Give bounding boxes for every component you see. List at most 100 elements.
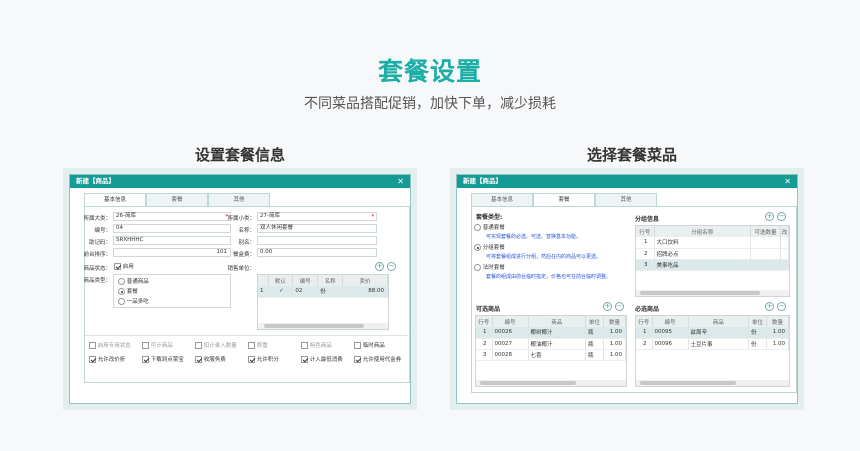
close-icon[interactable]: ✕ (397, 175, 404, 188)
checkbox-icon (142, 356, 149, 363)
table-row[interactable]: 1 00095 兹周辛份 1.00 (636, 327, 789, 339)
checkbox-icon (195, 342, 202, 349)
checkbox-icon (89, 342, 96, 349)
column-header[interactable]: 行号 (636, 316, 653, 327)
table-cell: 3 (636, 259, 655, 271)
column-header[interactable]: 数量 (603, 316, 626, 327)
status-enabled-checkbox[interactable]: 启用 (114, 262, 134, 270)
window-title: 新建【商品】 (463, 177, 502, 185)
left-caption: 设置套餐信息 (194, 146, 285, 164)
group-grid: 行号 分组名称 可选数量改 1 大口饮料 2 招牌必点 3 美事吃品 (635, 225, 790, 297)
table-cell (750, 237, 781, 249)
page-title: 套餐设置 (377, 57, 482, 86)
page-subtitle: 不同菜品搭配促销，加快下单，减少损耗 (304, 96, 556, 112)
tab-combo[interactable]: 套餐 (146, 193, 208, 206)
checkbox-icon (354, 356, 361, 363)
tab-other[interactable]: 其他 (208, 193, 270, 206)
combo-normal-radio[interactable]: 普通套餐 (474, 223, 505, 231)
column-header[interactable]: 改 (780, 226, 789, 237)
type-combo-radio[interactable]: 套餐 (118, 287, 138, 295)
table-row[interactable]: 1 00026 椰树椰汁瓶 1.00 (476, 327, 626, 339)
box-fee-input[interactable]: 0.00 (257, 248, 377, 257)
checks_row1-checkbox-4[interactable]: 特色商品 (301, 341, 332, 349)
column-header[interactable]: 商品 (528, 316, 586, 327)
table-cell: 00095 (652, 327, 689, 339)
name-input[interactable]: 双人休闲套餐 (257, 224, 377, 233)
table-cell (750, 259, 781, 271)
tab-combo[interactable]: 套餐 (533, 193, 595, 207)
table-row[interactable]: 2 招牌必点 (636, 248, 789, 260)
sale-unit-label: 销售单位： (227, 266, 255, 272)
table-cell (780, 259, 789, 271)
product-window-basic: 新建【商品】 ✕ 基本信息 套餐 其他 所属大类： 26-简库 ▾ 所属小类： 27… (69, 174, 411, 404)
grid-header: 默认 编号 名称 卖价 (258, 275, 389, 286)
checks_row2-checkbox-4[interactable]: 计入最低消费 (301, 355, 343, 363)
column-header[interactable]: 编号 (492, 316, 529, 327)
table-cell: 瓶 (585, 327, 604, 339)
checks_row2-checkbox-5[interactable]: 允许使用代金券 (354, 355, 401, 363)
column-header[interactable]: 分组名称 (654, 226, 751, 237)
column-header[interactable]: 可选数量 (750, 226, 781, 237)
checks_row1-checkbox-5[interactable]: 临时商品 (354, 341, 385, 349)
code-input[interactable]: 04 (113, 224, 231, 233)
table-row[interactable]: 3 00028 七喜瓶 1.00 (476, 349, 626, 361)
checks_row1-checkbox-2[interactable]: 扣计录入数量 (195, 341, 237, 349)
checks_row1-checkbox-0[interactable]: 启用专用状态 (89, 341, 131, 349)
table-cell: 兹周辛 (688, 327, 749, 339)
subcategory-select[interactable]: 27-简库 ▾ (257, 212, 377, 221)
add-icon[interactable]: + (375, 262, 384, 271)
column-header[interactable]: 编号 (652, 316, 689, 327)
checks_row2-checkbox-2[interactable]: 收服务费 (195, 355, 226, 363)
column-header[interactable]: 商品 (688, 316, 749, 327)
remove-group-icon[interactable]: − (777, 212, 786, 221)
left-window-frame: 新建【商品】 ✕ 基本信息 套餐 其他 所属大类： 26-简库 ▾ 所属小类： 27… (63, 168, 417, 410)
column-header[interactable]: 行号 (636, 226, 655, 237)
table-cell: 1.00 (603, 327, 626, 339)
category-select[interactable]: 26-简库 ▾ (113, 212, 231, 221)
table-row[interactable]: 1 ✓ 02 份 88.00 (258, 286, 389, 298)
horizontal-scrollbar[interactable] (636, 290, 789, 296)
checks_row1-checkbox-1[interactable]: 可计商品 (142, 341, 173, 349)
table-row[interactable]: 1 大口饮料 (636, 237, 789, 249)
checks_row2-checkbox-1[interactable]: 下载到点菜宝 (142, 355, 184, 363)
checks_row2-checkbox-0[interactable]: 允许改价折 (89, 355, 125, 363)
tab-other[interactable]: 其他 (595, 193, 657, 206)
checks_row1-checkbox-3[interactable]: 称重 (248, 341, 268, 349)
remove-optional-icon[interactable]: − (615, 302, 624, 311)
table-cell: 00026 (492, 327, 529, 339)
tab-basic-info[interactable]: 基本信息 (84, 193, 146, 207)
table-row[interactable]: 2 00027 椰油椰汁瓶 1.00 (476, 338, 626, 350)
horizontal-scrollbar[interactable] (636, 380, 789, 386)
combo-group-radio[interactable]: 分组套餐 (474, 243, 505, 251)
alias-label: 别名： (238, 240, 255, 246)
table-cell: 椰树椰汁 (528, 327, 586, 339)
column-header[interactable]: 单位 (585, 316, 604, 327)
table-cell (780, 248, 789, 260)
column-header[interactable]: 单位 (748, 316, 767, 327)
add-optional-icon[interactable]: + (603, 302, 612, 311)
add-required-icon[interactable]: + (765, 302, 774, 311)
close-icon[interactable]: ✕ (784, 175, 791, 188)
type-normal-radio[interactable]: 普通商品 (118, 277, 149, 285)
tab-basic-info[interactable]: 基本信息 (471, 193, 533, 206)
horizontal-scrollbar[interactable] (476, 380, 626, 386)
table-cell: 1 (636, 237, 655, 249)
combo-temp-radio[interactable]: 法时套餐 (474, 263, 505, 271)
type-multi-radio[interactable]: 一品多吃 (118, 297, 149, 305)
column-header[interactable]: 行号 (476, 316, 493, 327)
add-group-icon[interactable]: + (765, 212, 774, 221)
remove-required-icon[interactable]: − (777, 302, 786, 311)
alias-input[interactable] (257, 236, 377, 245)
checkbox-label: 称重 (256, 343, 268, 349)
column-header[interactable]: 数量 (766, 316, 789, 327)
table-row[interactable]: 3 美事吃品 (636, 259, 789, 271)
checks_row2-checkbox-3[interactable]: 允许积分 (248, 355, 279, 363)
mnemonic-input[interactable]: SRXHHHC (113, 236, 231, 245)
window-title: 新建【商品】 (76, 177, 115, 185)
checkbox-label: 允许使用代金券 (362, 357, 402, 363)
table-row[interactable]: 2 00096 土豆片事份 1.00 (636, 338, 789, 350)
table-cell: 00028 (492, 349, 529, 361)
remove-icon[interactable]: − (387, 262, 396, 271)
horizontal-scrollbar[interactable] (258, 323, 388, 329)
sort-input[interactable]: 101 (113, 248, 231, 257)
